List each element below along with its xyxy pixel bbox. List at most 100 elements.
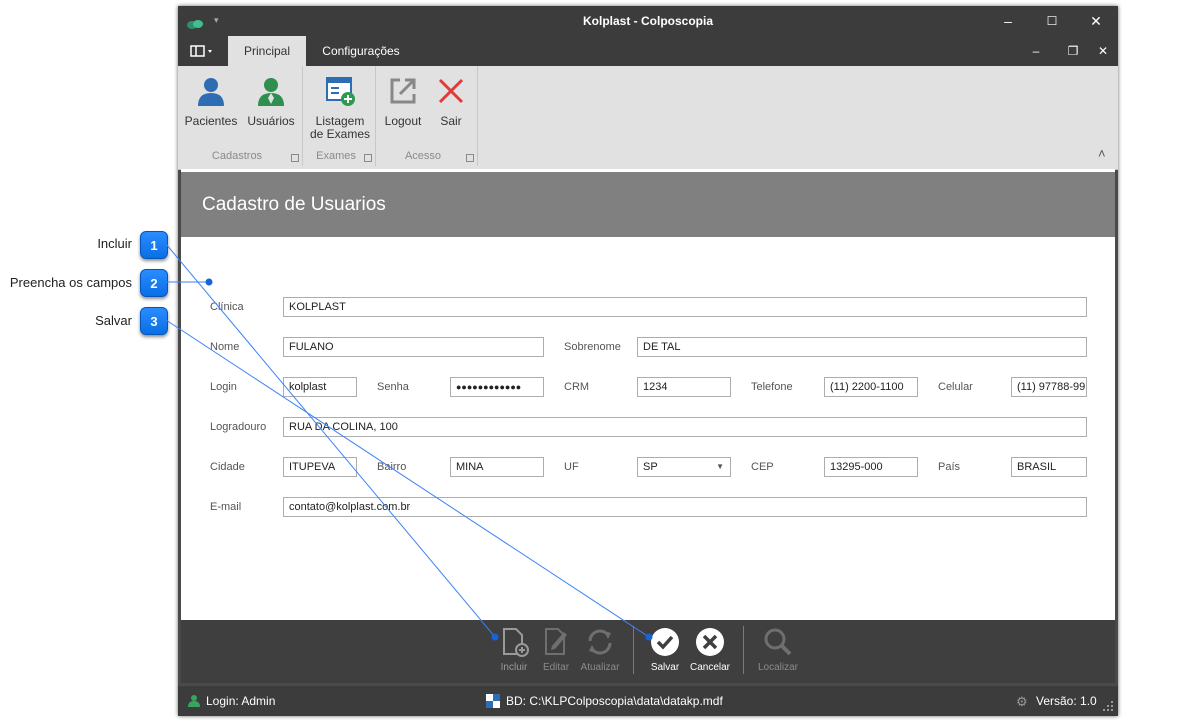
group-separator	[477, 66, 478, 166]
localizar-button[interactable]: Localizar	[756, 620, 800, 680]
tab-principal[interactable]: Principal	[228, 36, 306, 66]
salvar-button[interactable]: Salvar	[645, 620, 685, 680]
database-status: BD: C:\KLPColposcopia\data\datakp.mdf	[506, 694, 723, 708]
localizar-label: Localizar	[757, 662, 799, 673]
listagem-exames-label: Listagem de Exames	[309, 114, 371, 141]
version-status: Versão: 1.0	[1036, 694, 1097, 708]
form-panel: Cadastro de Usuarios Clínica KOLPLAST No…	[181, 169, 1115, 683]
uf-select[interactable]: SP ▼	[637, 457, 731, 477]
cancel-circle-icon	[694, 626, 726, 658]
cancelar-label: Cancelar	[689, 662, 731, 673]
logradouro-field[interactable]: RUA DA COLINA, 100	[283, 417, 1087, 437]
title-bar: ▾ Kolplast - Colposcopia – ☐ ✕	[178, 6, 1118, 36]
incluir-button[interactable]: Incluir	[494, 620, 534, 680]
logradouro-label: Logradouro	[210, 421, 267, 433]
celular-field[interactable]: (11) 97788-99	[1011, 377, 1087, 397]
telefone-field[interactable]: (11) 2200-1100	[824, 377, 918, 397]
email-field[interactable]: contato@kolplast.com.br	[283, 497, 1087, 517]
logout-label: Logout	[384, 114, 422, 128]
senha-field[interactable]: ●●●●●●●●●●●●	[450, 377, 544, 397]
app-menu-button[interactable]	[190, 44, 216, 58]
acesso-launcher-icon[interactable]	[466, 154, 474, 162]
cep-field[interactable]: 13295-000	[824, 457, 918, 477]
cidade-field[interactable]: ITUPEVA	[283, 457, 357, 477]
uf-label: UF	[564, 461, 579, 473]
editar-button[interactable]: Editar	[536, 620, 576, 680]
page-title: Cadastro de Usuarios	[202, 194, 386, 215]
ribbon-tabs: Principal Configurações – ❐ ✕	[178, 36, 1118, 66]
atualizar-button[interactable]: Atualizar	[578, 620, 622, 680]
list-add-icon	[323, 74, 357, 108]
login-field[interactable]: kolplast	[283, 377, 357, 397]
chevron-down-icon: ▼	[716, 462, 724, 471]
callout-badge-3: 3	[140, 307, 168, 335]
pais-label: País	[938, 461, 961, 473]
pais-field[interactable]: BRASIL	[1011, 457, 1087, 477]
resize-grip-icon[interactable]	[1102, 700, 1114, 712]
refresh-icon	[584, 626, 616, 658]
toolbar-separator	[633, 626, 634, 674]
mdi-minimize-button[interactable]: –	[1021, 36, 1051, 66]
callout-label-preencha: Preencha os campos	[9, 275, 132, 290]
check-circle-icon	[649, 626, 681, 658]
database-icon	[486, 694, 500, 708]
mdi-restore-button[interactable]: ❐	[1058, 36, 1088, 66]
salvar-label: Salvar	[650, 662, 680, 673]
sobrenome-label: Sobrenome	[564, 341, 621, 353]
maximize-button[interactable]: ☐	[1030, 6, 1074, 36]
close-button[interactable]: ✕	[1074, 6, 1118, 36]
add-document-icon	[498, 626, 530, 658]
person-blue-icon	[194, 74, 228, 108]
bairro-label: Bairro	[377, 461, 407, 473]
nome-field[interactable]: FULANO	[283, 337, 544, 357]
email-label: E-mail	[210, 501, 242, 513]
login-status: Login: Admin	[206, 694, 276, 708]
exames-launcher-icon[interactable]	[364, 154, 372, 162]
logout-icon	[386, 74, 420, 108]
clinica-field[interactable]: KOLPLAST	[283, 297, 1087, 317]
bairro-field[interactable]: MINA	[450, 457, 544, 477]
usuarios-button[interactable]: Usuários	[242, 66, 300, 146]
action-toolbar: Incluir Editar Atualizar Salvar Cancelar…	[181, 620, 1115, 683]
group-label-acesso: Acesso	[404, 150, 442, 162]
edit-document-icon	[540, 626, 572, 658]
ribbon: Pacientes Usuários Cadastros Listagem de…	[178, 66, 1118, 170]
cep-label: CEP	[751, 461, 774, 473]
callout-badge-1: 1	[140, 231, 168, 259]
collapse-ribbon-button[interactable]: ˄	[1098, 146, 1106, 161]
senha-label: Senha	[377, 381, 409, 393]
cadastros-launcher-icon[interactable]	[291, 154, 299, 162]
logout-button[interactable]: Logout	[380, 66, 426, 146]
incluir-label: Incluir	[500, 662, 528, 673]
login-label: Login	[210, 381, 237, 393]
cidade-label: Cidade	[210, 461, 245, 473]
listagem-exames-button[interactable]: Listagem de Exames	[308, 66, 372, 146]
close-red-icon	[434, 74, 468, 108]
mdi-close-button[interactable]: ✕	[1088, 36, 1118, 66]
toolbar-separator	[743, 626, 744, 674]
sair-label: Sair	[440, 114, 462, 128]
uf-select-value: SP	[643, 461, 658, 473]
callout-badge-2: 2	[140, 269, 168, 297]
window-title: Kolplast - Colposcopia	[582, 14, 713, 28]
tab-configuracoes[interactable]: Configurações	[316, 36, 406, 66]
group-label-cadastros: Cadastros	[211, 150, 263, 162]
callout-label-salvar: Salvar	[95, 313, 132, 328]
pacientes-button[interactable]: Pacientes	[182, 66, 240, 146]
celular-label: Celular	[938, 381, 973, 393]
minimize-button[interactable]: –	[986, 6, 1030, 36]
usuarios-label: Usuários	[247, 114, 295, 128]
crm-field[interactable]: 1234	[637, 377, 731, 397]
group-label-exames: Exames	[316, 150, 356, 162]
sobrenome-field[interactable]: DE TAL	[637, 337, 1087, 357]
clinica-label: Clínica	[210, 301, 244, 313]
person-green-icon	[254, 74, 288, 108]
cancelar-button[interactable]: Cancelar	[687, 620, 733, 680]
status-bar: Login: Admin BD: C:\KLPColposcopia\data\…	[178, 686, 1118, 716]
editar-label: Editar	[542, 662, 570, 673]
app-window: ▾ Kolplast - Colposcopia – ☐ ✕ Principal…	[178, 6, 1118, 716]
telefone-label: Telefone	[751, 381, 793, 393]
sair-button[interactable]: Sair	[428, 66, 474, 146]
callout-label-incluir: Incluir	[97, 236, 132, 251]
group-separator	[375, 66, 376, 166]
